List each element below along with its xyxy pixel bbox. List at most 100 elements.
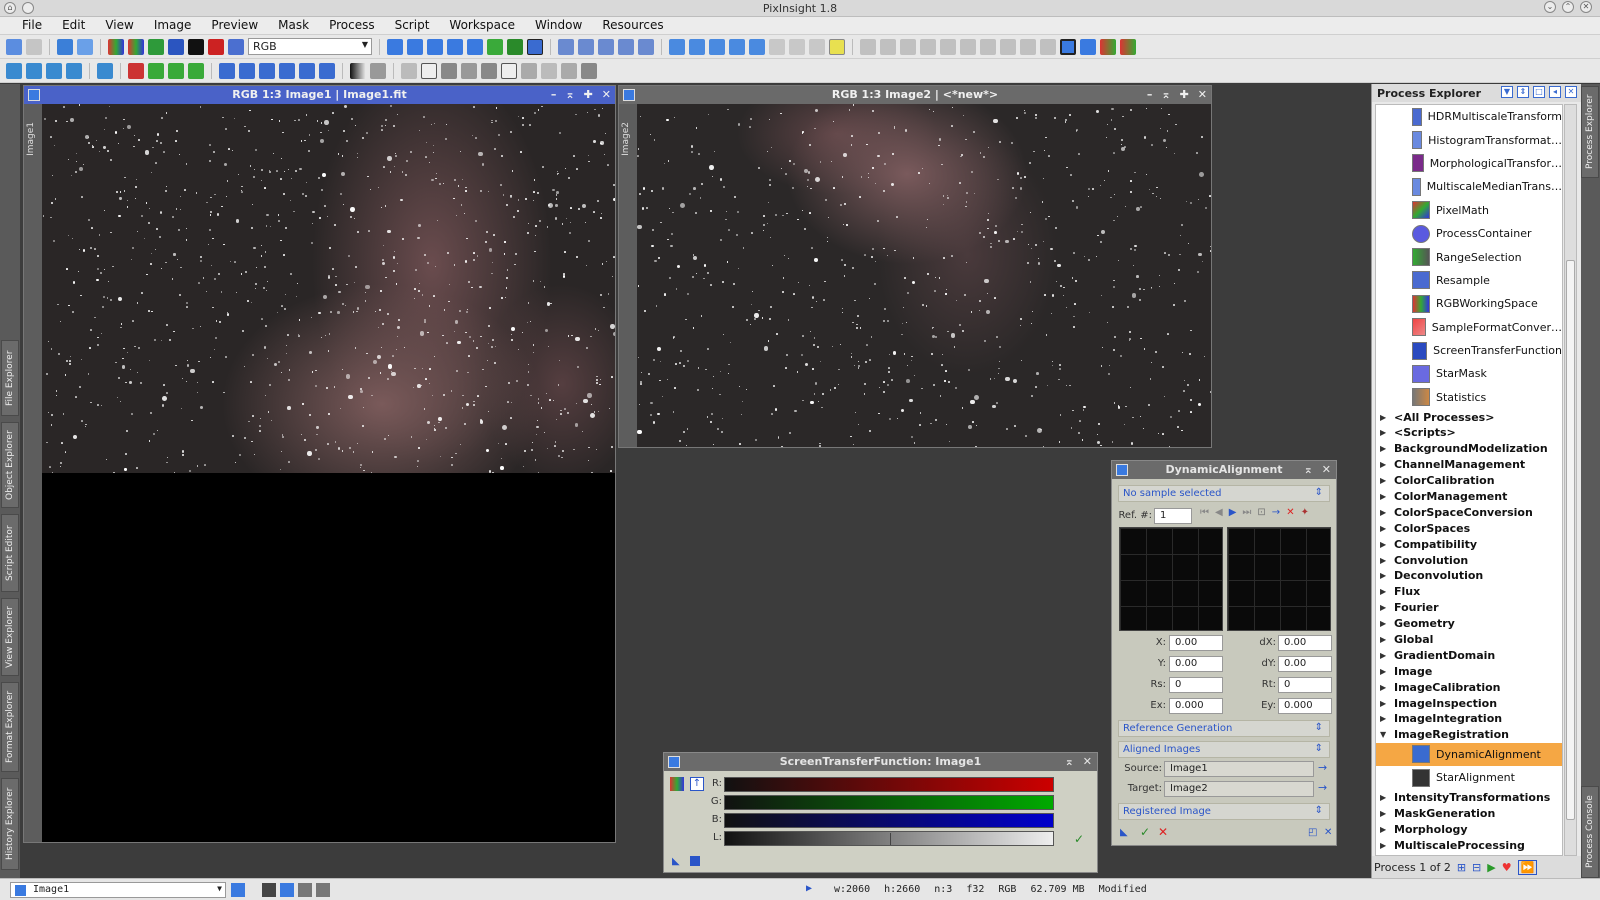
chroma-icon[interactable] bbox=[208, 38, 224, 55]
da-target-field[interactable]: Image2 bbox=[1164, 781, 1314, 797]
process-icon[interactable] bbox=[401, 62, 417, 79]
next-icon[interactable]: ▶ bbox=[1229, 507, 1237, 518]
process-item[interactable]: MultiscaleMedianTrans… bbox=[1376, 175, 1562, 198]
zoom-fit-window-icon[interactable] bbox=[598, 38, 614, 55]
stf-titlebar[interactable]: ScreenTransferFunction: Image1 ⌅ ✕ bbox=[664, 753, 1097, 771]
new-preview-icon[interactable] bbox=[487, 38, 503, 55]
undo-icon[interactable] bbox=[6, 38, 22, 55]
console-icon[interactable] bbox=[1080, 38, 1096, 55]
category-item[interactable]: ▶ Geometry bbox=[1376, 616, 1562, 632]
stf-bar-r[interactable] bbox=[724, 777, 1054, 792]
view-selector[interactable]: Image1 ▼ bbox=[10, 882, 226, 898]
da-ref-generation-section[interactable]: Reference Generation bbox=[1118, 720, 1330, 737]
menu-edit[interactable]: Edit bbox=[52, 17, 95, 34]
channel-blue-icon[interactable] bbox=[168, 38, 184, 55]
category-item[interactable]: ▶ Fourier bbox=[1376, 600, 1562, 616]
collapsed-icon[interactable]: ▶ bbox=[1380, 793, 1394, 802]
maximize-icon[interactable]: ✚ bbox=[1180, 86, 1189, 104]
rgb-channels-icon[interactable] bbox=[108, 38, 124, 55]
image2-titlebar[interactable]: RGB 1:3 Image2 | <*new*> – ⌅ ✚ ✕ bbox=[619, 86, 1211, 104]
tab-process-explorer[interactable]: Process Explorer bbox=[1581, 86, 1599, 178]
maximize-icon[interactable]: □ bbox=[1533, 86, 1545, 98]
cascade-icon[interactable] bbox=[689, 38, 705, 55]
rotate-icon[interactable] bbox=[980, 38, 996, 55]
collapsed-icon[interactable]: ▶ bbox=[1380, 651, 1394, 660]
stf-auto-icon[interactable]: ↑ bbox=[690, 777, 704, 791]
process-icon[interactable] bbox=[581, 62, 597, 79]
mask-remove-icon[interactable] bbox=[829, 38, 845, 55]
pe-scroll-thumb[interactable] bbox=[1566, 260, 1575, 820]
process-icon[interactable] bbox=[461, 62, 477, 79]
process-item[interactable]: DynamicAlignment bbox=[1376, 742, 1562, 767]
process-list[interactable]: HDRMultiscaleTransform HistogramTransfor… bbox=[1375, 104, 1563, 856]
process-icon[interactable] bbox=[279, 62, 295, 79]
da-sample-section[interactable]: No sample selected bbox=[1118, 485, 1330, 502]
flip-icon[interactable] bbox=[1020, 38, 1036, 55]
favorite-icon[interactable]: ♥ bbox=[1502, 861, 1512, 874]
process-icon[interactable] bbox=[26, 62, 42, 79]
shade-icon[interactable]: ⌅ bbox=[1065, 753, 1074, 771]
category-item[interactable]: ▶ GradientDomain bbox=[1376, 647, 1562, 663]
image-window-2[interactable]: RGB 1:3 Image2 | <*new*> – ⌅ ✚ ✕ Image2 bbox=[618, 85, 1212, 448]
category-item[interactable]: ▶ MaskGeneration bbox=[1376, 805, 1562, 821]
remove-icon[interactable]: ⊟ bbox=[1472, 861, 1481, 874]
channel-green-icon[interactable] bbox=[148, 38, 164, 55]
collapsed-icon[interactable]: ▶ bbox=[1380, 492, 1394, 501]
fit-view-icon[interactable] bbox=[407, 38, 423, 55]
menu-preview[interactable]: Preview bbox=[201, 17, 268, 34]
mask-enable-icon[interactable] bbox=[809, 38, 825, 55]
shade-icon[interactable]: ⌅ bbox=[1304, 461, 1313, 479]
minimize-icon[interactable]: – bbox=[1147, 86, 1153, 104]
duplicate-icon[interactable] bbox=[77, 38, 93, 55]
collapsed-icon[interactable]: ▶ bbox=[1380, 571, 1394, 580]
move-window-icon[interactable] bbox=[880, 38, 896, 55]
process-icon[interactable] bbox=[148, 62, 164, 79]
process-item[interactable]: StarAlignment bbox=[1376, 766, 1562, 789]
crop-icon[interactable] bbox=[960, 38, 976, 55]
tab-history-explorer[interactable]: History Explorer bbox=[1, 778, 19, 870]
da-source-preview[interactable] bbox=[1119, 527, 1223, 631]
tab-object-explorer[interactable]: Object Explorer bbox=[1, 422, 19, 508]
da-rt-field[interactable]: 0 bbox=[1278, 677, 1332, 693]
collapsed-icon[interactable]: ▶ bbox=[1380, 476, 1394, 485]
tab-script-editor[interactable]: Script Editor bbox=[1, 514, 19, 592]
process-icon[interactable] bbox=[46, 62, 62, 79]
collapsed-icon[interactable]: ▶ bbox=[1380, 825, 1394, 834]
category-item[interactable]: ▶ ImageIntegration bbox=[1376, 711, 1562, 727]
da-expand-icon[interactable]: ✕ bbox=[1324, 827, 1332, 838]
zoom-icon[interactable]: ⊡ bbox=[1257, 507, 1265, 518]
float-icon[interactable]: ⇕ bbox=[1517, 86, 1529, 98]
process-icon[interactable] bbox=[6, 62, 22, 79]
stf-toggle-icon[interactable] bbox=[527, 38, 543, 55]
category-item[interactable]: ▶ ColorSpaces bbox=[1376, 520, 1562, 536]
status-mode-icon[interactable] bbox=[316, 883, 330, 897]
new-instance-icon[interactable]: ◣ bbox=[672, 856, 680, 867]
process-item[interactable]: RangeSelection bbox=[1376, 245, 1562, 268]
image-window-1[interactable]: RGB 1:3 Image1 | Image1.fit – ⌅ ✚ ✕ Image1 bbox=[23, 85, 616, 843]
process-item[interactable]: ScreenTransferFunction bbox=[1376, 339, 1562, 362]
close-icon[interactable]: ✕ bbox=[1198, 86, 1207, 104]
category-item[interactable]: ▶ IntensityTransformations bbox=[1376, 790, 1562, 806]
process-icon[interactable] bbox=[521, 62, 537, 79]
category-item[interactable]: ▶ ChannelManagement bbox=[1376, 457, 1562, 473]
status-mode-icon[interactable] bbox=[298, 883, 312, 897]
collapsed-icon[interactable]: ▶ bbox=[1380, 841, 1394, 850]
category-item[interactable]: ▶ <Scripts> bbox=[1376, 425, 1562, 441]
status-play-icon[interactable]: ▶ bbox=[806, 883, 812, 894]
process-icon[interactable] bbox=[421, 62, 437, 79]
category-item[interactable]: ▶ Morphology bbox=[1376, 821, 1562, 837]
mask-show-icon[interactable] bbox=[769, 38, 785, 55]
lab-icon[interactable] bbox=[228, 38, 244, 55]
shade-icon[interactable]: ⌅ bbox=[565, 86, 574, 104]
pe-scrollbar[interactable] bbox=[1564, 104, 1577, 856]
process-icon[interactable] bbox=[501, 62, 517, 79]
category-item[interactable]: ▶ MultiscaleProcessing bbox=[1376, 837, 1562, 853]
da-ex-field[interactable]: 0.000 bbox=[1169, 698, 1223, 714]
zoom-actual-icon[interactable] bbox=[618, 38, 634, 55]
zoom-out-icon[interactable] bbox=[578, 38, 594, 55]
close-icon[interactable]: ✕ bbox=[602, 86, 611, 104]
redo-icon[interactable] bbox=[26, 38, 42, 55]
close-icon[interactable]: ✕ bbox=[1322, 461, 1331, 479]
add-icon[interactable]: ⊞ bbox=[1457, 861, 1466, 874]
zoom-in-icon[interactable] bbox=[558, 38, 574, 55]
